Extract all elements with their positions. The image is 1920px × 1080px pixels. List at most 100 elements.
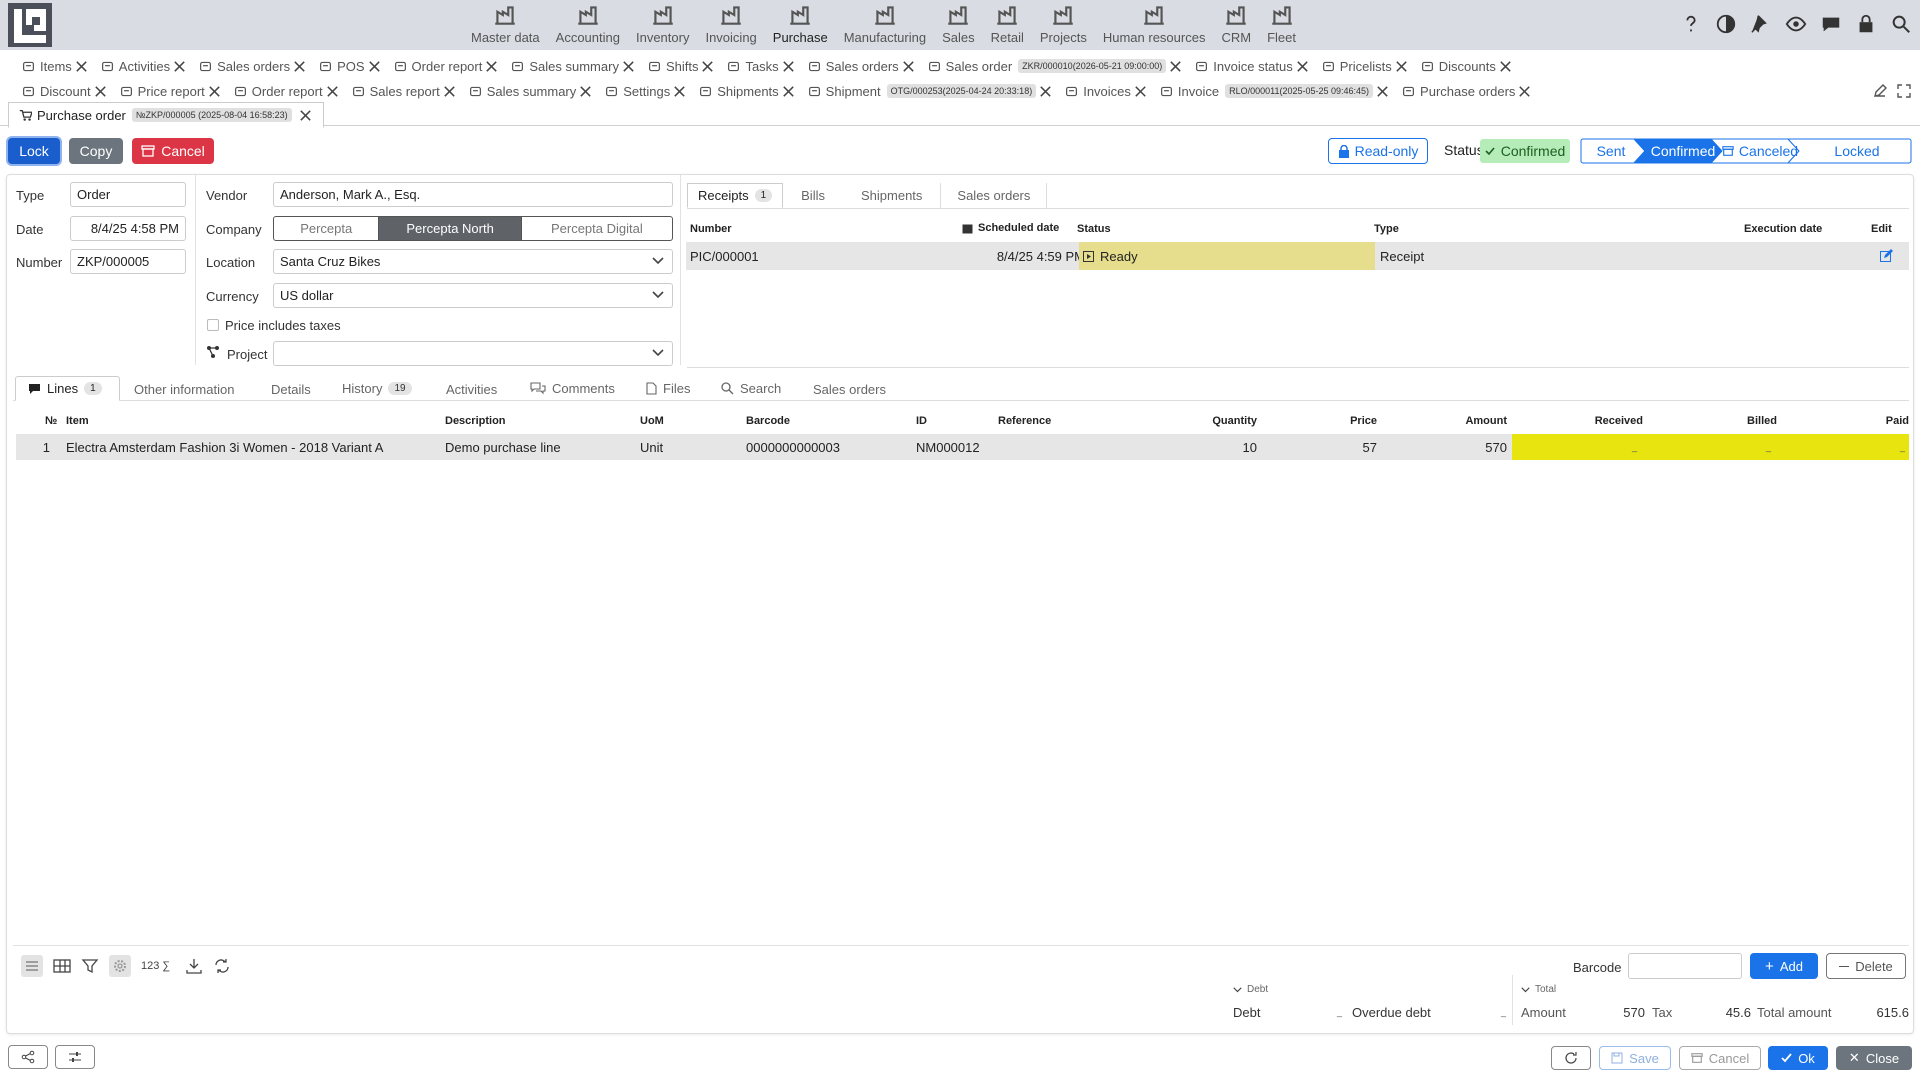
total-section-header[interactable]: Total <box>1521 984 1556 995</box>
close-icon[interactable] <box>700 59 715 74</box>
edit-pencil-icon[interactable] <box>1872 83 1888 99</box>
tab-activities[interactable]: Activities <box>101 59 187 74</box>
read-only-button[interactable]: Read-only <box>1328 138 1428 164</box>
options-button[interactable] <box>55 1045 95 1069</box>
close-icon[interactable] <box>74 59 89 74</box>
help-icon[interactable] <box>1680 13 1702 35</box>
share-button[interactable] <box>8 1045 48 1069</box>
download-icon[interactable] <box>185 957 203 975</box>
tab-sales-report[interactable]: Sales report <box>352 84 457 99</box>
theme-contrast-icon[interactable] <box>1715 13 1737 35</box>
tab-pos[interactable]: POS <box>319 59 381 74</box>
module-manufacturing[interactable]: Manufacturing <box>837 2 933 45</box>
pipeline-step-locked[interactable]: Locked <box>1802 143 1912 159</box>
tab-other-information[interactable]: Other information <box>134 382 234 397</box>
debt-section-header[interactable]: Debt <box>1233 984 1268 995</box>
tab-order-report[interactable]: Order report <box>234 84 340 99</box>
tab-settings[interactable]: Settings <box>605 84 687 99</box>
company-option-percepta-north[interactable]: Percepta North <box>379 217 522 240</box>
search-icon[interactable] <box>1890 13 1912 35</box>
filter-icon[interactable] <box>81 957 99 975</box>
close-icon[interactable] <box>292 59 307 74</box>
module-sales[interactable]: Sales <box>935 2 982 45</box>
vendor-field[interactable]: Anderson, Mark A., Esq. <box>273 182 673 207</box>
tab-lines-sales-orders[interactable]: Sales orders <box>813 382 886 397</box>
module-retail[interactable]: Retail <box>984 2 1031 45</box>
module-invoicing[interactable]: Invoicing <box>698 2 763 45</box>
tab-invoices[interactable]: Invoices <box>1065 84 1148 99</box>
module-projects[interactable]: Projects <box>1033 2 1094 45</box>
tab-history[interactable]: History 19 <box>342 381 412 396</box>
module-human-resources[interactable]: Human resources <box>1096 2 1213 45</box>
tab-order-report[interactable]: Order report <box>394 59 500 74</box>
delete-line-button[interactable]: Delete <box>1826 953 1906 979</box>
tab-bills[interactable]: Bills <box>783 183 843 208</box>
tab-invoice[interactable]: Invoice RLO/000011(2025-05-25 09:46:45) <box>1160 84 1390 99</box>
totals-sum-icon[interactable]: 123 ∑ <box>141 960 175 972</box>
pin-icon[interactable] <box>1750 13 1772 35</box>
tab-purchase-orders[interactable]: Purchase orders <box>1402 84 1532 99</box>
tab-sales-summary[interactable]: Sales summary <box>511 59 636 74</box>
tab-shipment[interactable]: Shipment OTG/000253(2025-04-24 20:33:18) <box>808 84 1054 99</box>
close-button[interactable]: ✕ Close <box>1836 1046 1912 1070</box>
tab-price-report[interactable]: Price report <box>120 84 222 99</box>
tab-sales-orders[interactable]: Sales orders <box>808 59 916 74</box>
project-select[interactable] <box>273 341 673 366</box>
tab-sales-orders[interactable]: Sales orders <box>941 183 1048 208</box>
number-field[interactable]: ZKP/000005 <box>70 249 186 274</box>
close-icon[interactable] <box>901 59 916 74</box>
tab-items[interactable]: Items <box>22 59 89 74</box>
close-icon[interactable] <box>672 84 687 99</box>
tab-shipments[interactable]: Shipments <box>843 183 942 208</box>
module-fleet[interactable]: Fleet <box>1260 2 1303 45</box>
close-icon[interactable] <box>367 59 382 74</box>
close-icon[interactable] <box>442 84 457 99</box>
lock-icon[interactable] <box>1855 13 1877 35</box>
tab-pricelists[interactable]: Pricelists <box>1322 59 1409 74</box>
repeat-icon[interactable] <box>213 957 231 975</box>
close-icon[interactable] <box>1168 59 1183 74</box>
module-master-data[interactable]: Master data <box>464 2 547 45</box>
close-icon[interactable] <box>621 59 636 74</box>
module-crm[interactable]: CRM <box>1214 2 1258 45</box>
edit-icon[interactable] <box>1880 249 1893 262</box>
price-includes-taxes-checkbox[interactable] <box>207 319 219 331</box>
tab-shifts[interactable]: Shifts <box>648 59 716 74</box>
list-view-icon[interactable] <box>21 955 43 977</box>
chat-icon[interactable] <box>1820 13 1842 35</box>
module-accounting[interactable]: Accounting <box>549 2 627 45</box>
tab-shipments[interactable]: Shipments <box>699 84 795 99</box>
tab-discount[interactable]: Discount <box>22 84 108 99</box>
close-icon[interactable] <box>1295 59 1310 74</box>
close-icon[interactable] <box>1394 59 1409 74</box>
fullscreen-icon[interactable] <box>1896 83 1912 99</box>
copy-button[interactable]: Copy <box>69 138 123 164</box>
refresh-button[interactable] <box>1551 1046 1591 1070</box>
lock-button[interactable]: Lock <box>8 138 60 164</box>
tab-discounts[interactable]: Discounts <box>1421 59 1513 74</box>
tab-comments[interactable]: Comments <box>530 381 615 396</box>
company-option-percepta[interactable]: Percepta <box>274 217 380 240</box>
grid-view-icon[interactable] <box>53 957 71 975</box>
cancel-document-button[interactable]: Cancel <box>132 138 214 164</box>
tab-sales-orders[interactable]: Sales orders <box>199 59 307 74</box>
tab-sales-summary[interactable]: Sales summary <box>469 84 594 99</box>
save-button[interactable]: Save <box>1599 1046 1671 1070</box>
table-row[interactable]: 1 Electra Amsterdam Fashion 3i Women - 2… <box>16 434 1909 460</box>
location-select[interactable]: Santa Cruz Bikes <box>273 249 673 274</box>
close-icon[interactable] <box>781 84 796 99</box>
close-icon[interactable] <box>578 84 593 99</box>
pipeline-step-canceled[interactable]: Canceled <box>1720 143 1800 159</box>
tab-tasks[interactable]: Tasks <box>727 59 795 74</box>
ok-button[interactable]: Ok <box>1768 1046 1828 1070</box>
barcode-input[interactable] <box>1628 953 1742 979</box>
close-icon[interactable] <box>207 84 222 99</box>
close-icon[interactable] <box>172 59 187 74</box>
type-field[interactable]: Order <box>70 182 186 207</box>
module-purchase[interactable]: Purchase <box>766 2 835 45</box>
currency-select[interactable]: US dollar <box>273 283 673 308</box>
tab-files[interactable]: Files <box>646 381 690 396</box>
close-icon[interactable] <box>93 84 108 99</box>
tab-purchase-order-current[interactable]: Purchase order №ZKP/000005 (2025-08-04 1… <box>8 102 324 128</box>
close-icon[interactable] <box>1498 59 1513 74</box>
